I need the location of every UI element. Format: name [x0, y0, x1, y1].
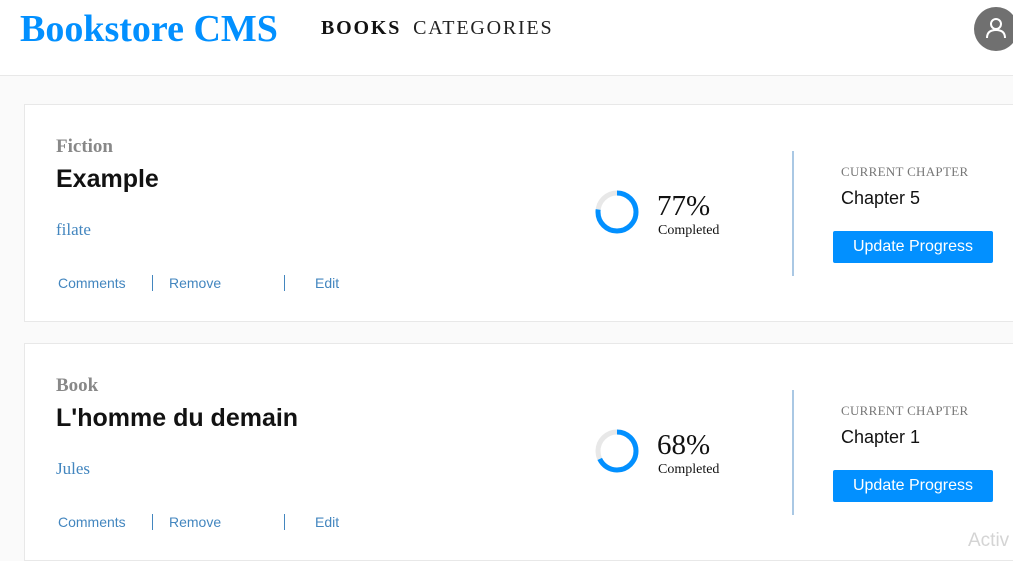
book-author[interactable]: Jules — [56, 458, 90, 480]
progress-divider — [792, 151, 794, 276]
remove-button[interactable]: Remove — [169, 512, 284, 532]
current-chapter-value: Chapter 5 — [841, 188, 921, 208]
book-card: Fiction Example filate Comments Remove E… — [24, 104, 1013, 322]
edit-button[interactable]: Edit — [315, 273, 339, 293]
update-progress-button[interactable]: Update Progress — [833, 470, 993, 502]
progress-divider — [792, 390, 794, 515]
progress-label: Completed — [658, 223, 720, 238]
book-actions: Comments Remove Edit — [58, 273, 339, 293]
progress-percent: 68% — [657, 429, 711, 461]
user-avatar-button[interactable] — [974, 7, 1013, 51]
book-title: L'homme du demain — [56, 404, 299, 432]
progress-label: Completed — [658, 462, 720, 477]
remove-button[interactable]: Remove — [169, 273, 284, 293]
app-header: Bookstore CMS BOOKS CATEGORIES — [0, 0, 1013, 76]
user-icon — [986, 18, 1006, 39]
action-divider — [284, 514, 285, 530]
comments-button[interactable]: Comments — [58, 273, 152, 293]
update-progress-button[interactable]: Update Progress — [833, 231, 993, 263]
progress-ring — [595, 190, 639, 234]
action-divider — [284, 275, 285, 291]
action-divider — [152, 514, 153, 530]
nav-books[interactable]: BOOKS — [321, 16, 401, 40]
book-title: Example — [56, 165, 159, 193]
action-divider — [152, 275, 153, 291]
current-chapter-value: Chapter 1 — [841, 427, 921, 447]
current-chapter-label: CURRENT CHAPTER — [841, 403, 969, 418]
edit-button[interactable]: Edit — [315, 512, 339, 532]
current-chapter-label: CURRENT CHAPTER — [841, 164, 969, 179]
main-nav: BOOKS CATEGORIES — [321, 16, 565, 40]
brand-title[interactable]: Bookstore CMS — [20, 7, 278, 51]
progress-ring — [595, 429, 639, 473]
nav-categories[interactable]: CATEGORIES — [413, 16, 553, 40]
progress-percent: 77% — [657, 190, 711, 222]
comments-button[interactable]: Comments — [58, 512, 152, 532]
book-actions: Comments Remove Edit — [58, 512, 339, 532]
book-author[interactable]: filate — [56, 219, 91, 241]
book-card: Book L'homme du demain Jules Comments Re… — [24, 343, 1013, 561]
book-genre: Fiction — [56, 136, 113, 157]
book-genre: Book — [56, 375, 99, 396]
activation-watermark: Activ — [968, 530, 1010, 551]
